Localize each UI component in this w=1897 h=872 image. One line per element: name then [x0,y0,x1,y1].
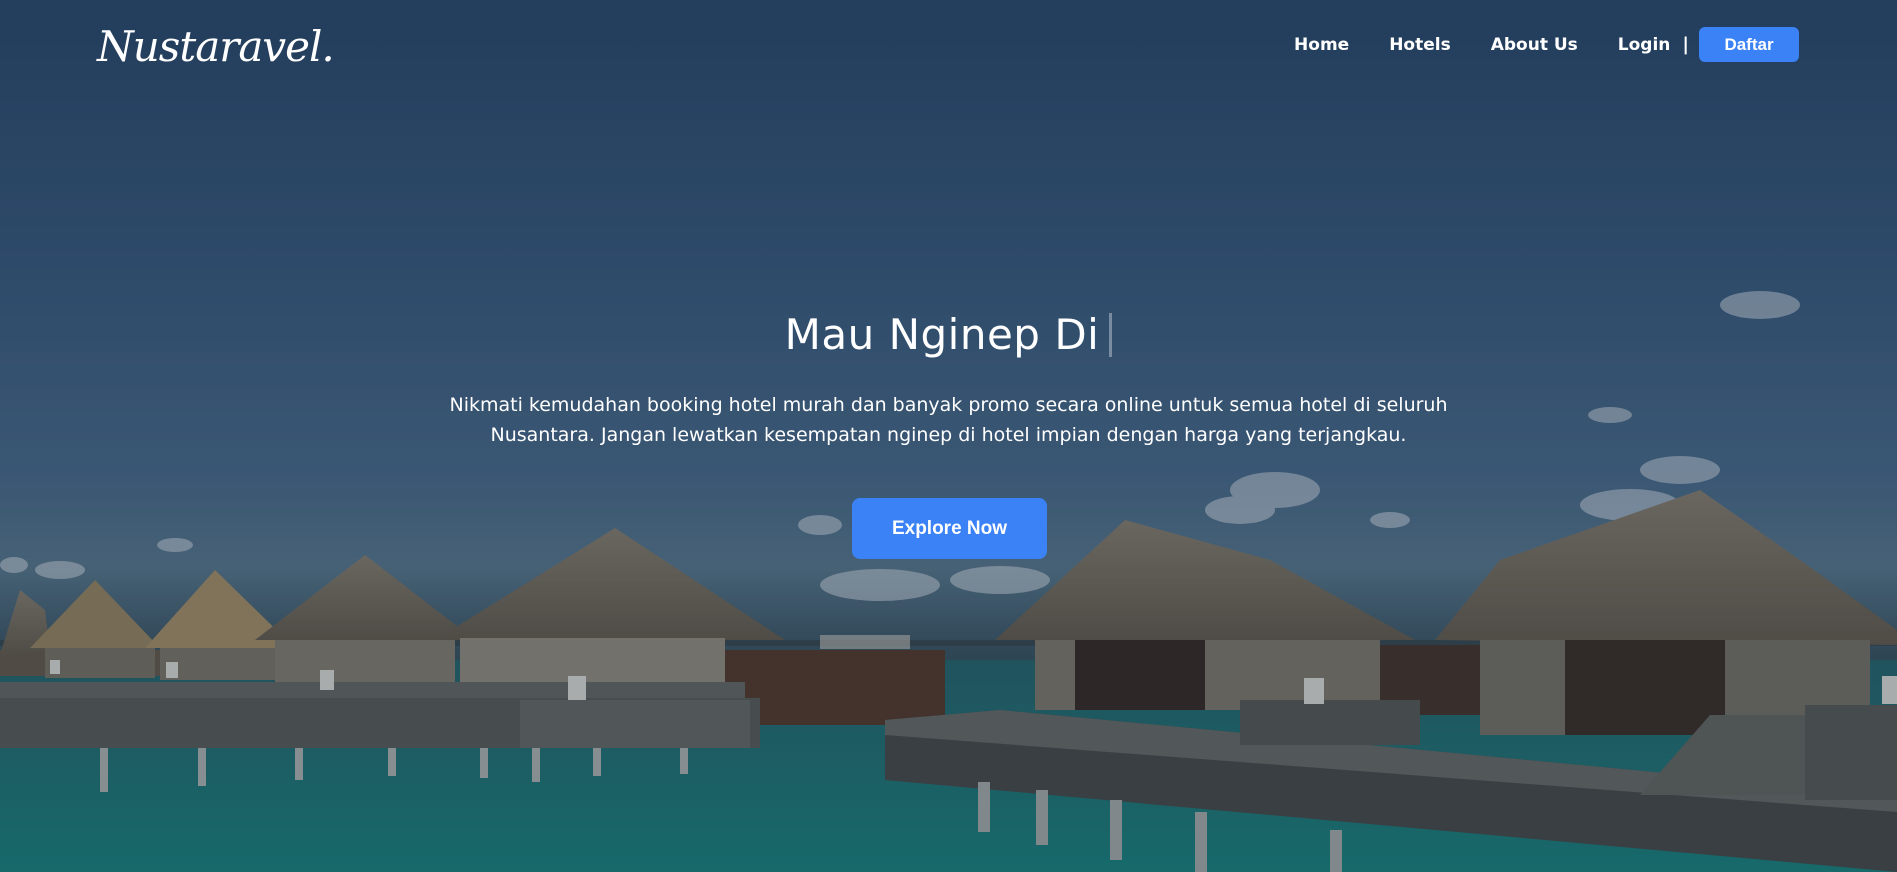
hero-heading-text: Mau Nginep Di [784,310,1100,359]
register-button[interactable]: Daftar [1699,27,1799,62]
hero-heading: Mau Nginep Di [0,310,1897,360]
typing-caret [1109,312,1113,357]
nav-login-link[interactable]: Login [1618,35,1671,55]
nav-home-link[interactable]: Home [1294,35,1349,55]
main-nav: Home Hotels About Us Login | Daftar [1294,27,1799,62]
nav-hotels-link[interactable]: Hotels [1389,35,1451,55]
hero-section: Nustaravel. Home Hotels About Us Login |… [0,0,1897,872]
hero-description-line-2: Nusantara. Jangan lewatkan kesempatan ng… [490,424,1407,446]
hero-description: Nikmati kemudahan booking hotel murah da… [0,390,1897,450]
explore-now-button[interactable]: Explore Now [852,498,1047,559]
top-navbar: Nustaravel. Home Hotels About Us Login |… [0,0,1897,105]
hero-description-line-1: Nikmati kemudahan booking hotel murah da… [449,394,1448,416]
brand-logo[interactable]: Nustaravel. [97,22,335,71]
nav-about-us-link[interactable]: About Us [1491,35,1578,55]
nav-separator: | [1682,34,1689,55]
